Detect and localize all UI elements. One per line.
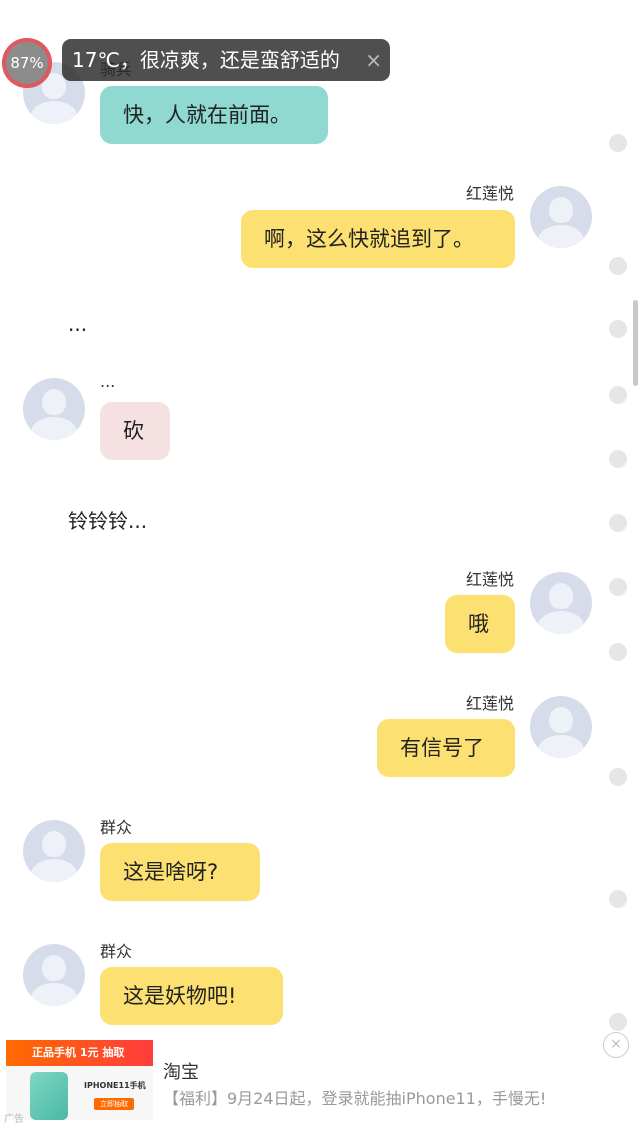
progress-dot[interactable] <box>609 768 627 786</box>
sender-name: 红莲悦 <box>465 570 514 589</box>
battery-indicator: 87% <box>2 38 52 88</box>
avatar[interactable] <box>23 378 85 440</box>
avatar[interactable] <box>23 944 85 1006</box>
progress-dot[interactable] <box>609 257 627 275</box>
progress-dot[interactable] <box>609 450 627 468</box>
progress-dot[interactable] <box>609 1013 627 1031</box>
weather-toast[interactable]: 17℃，很凉爽，还是蛮舒适的 × <box>62 39 390 81</box>
message-bubble[interactable]: 哦 <box>445 595 515 653</box>
avatar[interactable] <box>530 572 592 634</box>
avatar[interactable] <box>530 696 592 758</box>
sender-name: 红莲悦 <box>465 694 514 713</box>
narration-text: 铃铃铃... <box>68 509 148 533</box>
ad-cta-button[interactable]: 立即抽取 <box>94 1098 134 1110</box>
sender-name: 群众 <box>100 818 133 837</box>
ad-description[interactable]: 【福利】9月24日起，登录就能抽iPhone11，手慢无! <box>163 1085 546 1109</box>
progress-dot[interactable] <box>609 386 627 404</box>
close-icon[interactable]: × <box>365 39 382 81</box>
narration-text: ... <box>68 312 88 336</box>
ad-label: 广告 <box>4 1114 24 1125</box>
ad-source[interactable]: 淘宝 <box>163 1058 199 1084</box>
progress-dot[interactable] <box>609 578 627 596</box>
progress-dot[interactable] <box>609 890 627 908</box>
sender-name: 红莲悦 <box>465 184 514 203</box>
phone-image <box>30 1072 68 1120</box>
close-icon[interactable]: × <box>603 1032 629 1058</box>
ad-banner: 正品手机 1元 抽取 <box>6 1040 153 1066</box>
progress-dot[interactable] <box>609 514 627 532</box>
progress-dot[interactable] <box>609 320 627 338</box>
scrollbar[interactable] <box>633 300 638 386</box>
sender-name: 群众 <box>100 942 133 961</box>
message-bubble[interactable]: 有信号了 <box>377 719 515 777</box>
progress-dot[interactable] <box>609 134 627 152</box>
avatar[interactable] <box>23 820 85 882</box>
message-bubble[interactable]: 这是啥呀? <box>100 843 260 901</box>
message-bubble[interactable]: 砍 <box>100 402 170 460</box>
ad-model-text: IPHONE11手机 <box>84 1081 146 1090</box>
weather-text: 17℃，很凉爽，还是蛮舒适的 <box>72 48 340 72</box>
avatar[interactable] <box>530 186 592 248</box>
sender-name: ... <box>100 372 116 391</box>
progress-dot[interactable] <box>609 643 627 661</box>
message-bubble[interactable]: 快，人就在前面。 <box>100 86 328 144</box>
message-bubble[interactable]: 啊，这么快就追到了。 <box>241 210 515 268</box>
ad-banner-text: 正品手机 1元 抽取 <box>32 1046 125 1059</box>
battery-percent: 87% <box>10 54 44 72</box>
message-bubble[interactable]: 这是妖物吧! <box>100 967 283 1025</box>
ad-image[interactable]: 正品手机 1元 抽取 IPHONE11手机 立即抽取 <box>6 1040 153 1120</box>
